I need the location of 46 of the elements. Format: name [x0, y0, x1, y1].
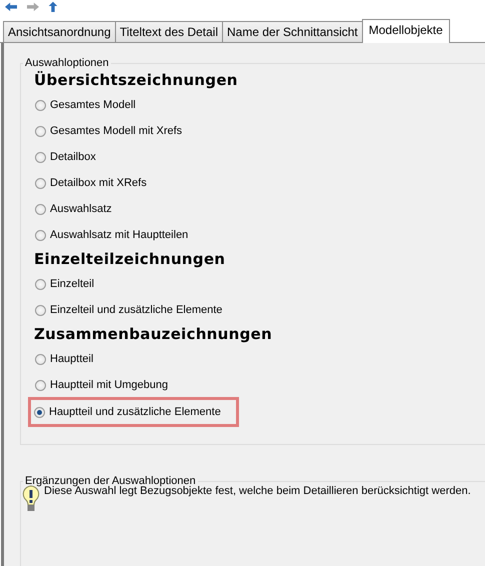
radio-button[interactable] — [35, 278, 46, 290]
radio-button[interactable] — [35, 100, 46, 110]
info-message: Diese Auswahl legt Bezugsobjekte fest, welche beim Detaillieren berücksichtigt werden. — [44, 485, 471, 497]
option-label: Hauptteil — [50, 353, 94, 365]
lightbulb-icon — [22, 485, 40, 513]
radio-button[interactable] — [35, 178, 46, 188]
radio-option[interactable]: Auswahlsatz — [34, 196, 485, 222]
option-label: Gesamtes Modell — [50, 99, 136, 111]
highlighted-option[interactable]: Hauptteil und zusätzliche Elemente — [31, 400, 236, 424]
radio-option[interactable]: Hauptteil mit Umgebung — [34, 372, 485, 398]
option-label: Hauptteil mit Umgebung — [50, 379, 168, 391]
radio-button[interactable] — [34, 406, 45, 418]
option-label: Einzelteil und zusätzliche Elemente — [50, 304, 222, 316]
radio-button[interactable] — [35, 354, 46, 364]
radio-option[interactable]: Einzelteil und zusätzliche Elemente — [34, 297, 485, 323]
radio-option[interactable]: Auswahlsatz mit Hauptteilen — [34, 222, 485, 248]
radio-option[interactable]: Detailbox mit XRefs — [34, 170, 485, 196]
back-arrow-icon[interactable] — [3, 0, 19, 12]
radio-button[interactable] — [35, 380, 46, 390]
section-heading: Übersichtszeichnungen — [34, 71, 239, 89]
radio-option[interactable]: Gesamtes Modell — [34, 92, 485, 118]
radio-button[interactable] — [35, 152, 46, 162]
radio-button[interactable] — [35, 126, 46, 136]
option-label: Gesamtes Modell mit Xrefs — [50, 125, 182, 137]
radio-button[interactable] — [35, 204, 46, 214]
group-title: Ergänzungen der Auswahloptionen — [24, 475, 196, 487]
option-label: Detailbox — [50, 151, 96, 163]
group-title: Auswahloptionen — [24, 57, 110, 69]
option-label: Einzelteil — [50, 278, 94, 290]
section-heading: Zusammenbauzeichnungen — [34, 325, 274, 343]
section-heading: Einzelteilzeichnungen — [34, 250, 226, 268]
tab[interactable]: Titeltext des Detail — [114, 21, 224, 42]
option-label: Auswahlsatz — [50, 203, 112, 215]
option-label: Auswahlsatz mit Hauptteilen — [50, 229, 188, 241]
up-arrow-icon[interactable] — [47, 0, 59, 12]
radio-option[interactable]: Detailbox — [34, 144, 485, 170]
tab[interactable]: Ansichtsanordnung — [3, 21, 116, 42]
tab[interactable]: Modellobjekte — [362, 19, 450, 43]
tab[interactable]: Name der Schnittansicht — [222, 21, 363, 42]
radio-option[interactable]: Gesamtes Modell mit Xrefs — [34, 118, 485, 144]
radio-button[interactable] — [35, 304, 46, 316]
radio-button[interactable] — [35, 230, 46, 240]
option-label: Hauptteil und zusätzliche Elemente — [49, 406, 221, 418]
radio-option[interactable]: Hauptteil — [34, 346, 485, 372]
radio-option[interactable]: Einzelteil — [34, 271, 485, 297]
option-label: Detailbox mit XRefs — [50, 177, 147, 189]
